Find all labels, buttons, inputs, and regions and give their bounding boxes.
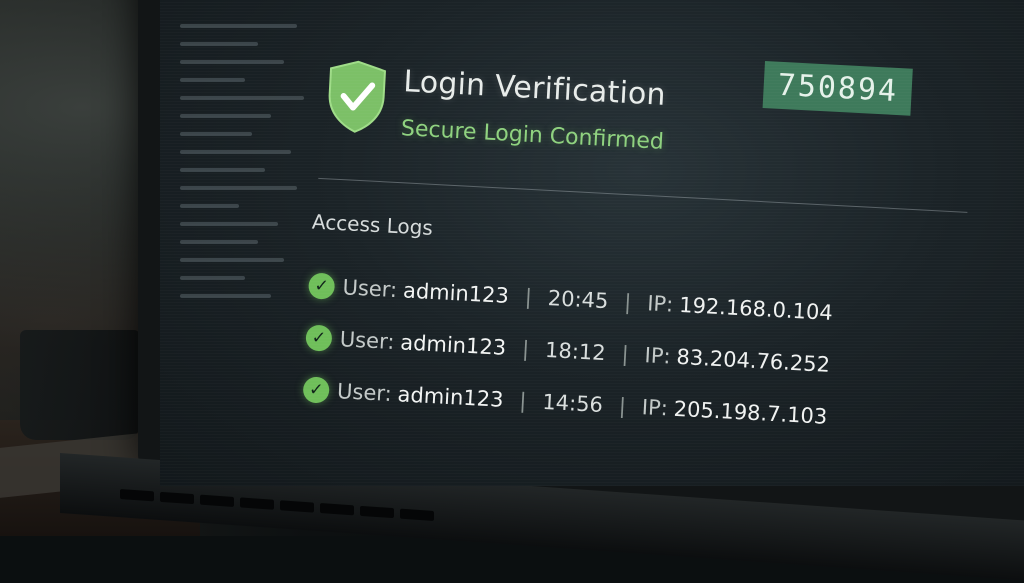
separator: | (521, 336, 530, 362)
log-ip: 205.198.7.103 (673, 396, 828, 429)
page-title: Login Verification (402, 64, 667, 113)
check-circle-icon: ✓ (302, 376, 330, 404)
check-circle-icon: ✓ (307, 272, 336, 300)
mug (20, 330, 140, 440)
user-prefix: User: (341, 275, 398, 303)
divider (318, 177, 968, 213)
log-ip: 192.168.0.104 (678, 292, 834, 325)
access-log-list: ✓ User: admin123 | 20:45 | IP: 192.168.0… (302, 260, 949, 449)
log-ip: 83.204.76.252 (675, 344, 831, 377)
log-time: 14:56 (541, 389, 604, 418)
verification-panel: Login Verification Secure Login Confirme… (302, 50, 984, 486)
laptop-screen: Login Verification Secure Login Confirme… (160, 0, 1024, 486)
separator: | (518, 388, 528, 414)
check-circle-icon: ✓ (305, 324, 333, 352)
log-time: 20:45 (547, 286, 609, 314)
ip-prefix: IP: (643, 343, 672, 369)
separator: | (618, 393, 627, 419)
separator: | (623, 290, 632, 315)
log-user: admin123 (402, 278, 510, 308)
user-prefix: User: (336, 379, 393, 406)
side-data-panel (180, 10, 310, 470)
separator: | (620, 341, 630, 367)
verification-code: 750894 (762, 61, 914, 116)
status-subtitle: Secure Login Confirmed (400, 116, 665, 155)
separator: | (524, 284, 533, 310)
log-time: 18:12 (544, 337, 607, 366)
ip-prefix: IP: (641, 395, 669, 421)
ip-prefix: IP: (646, 291, 674, 317)
log-user: admin123 (399, 330, 507, 360)
shield-check-icon (325, 58, 389, 135)
log-user: admin123 (397, 382, 505, 412)
section-heading-access-logs: Access Logs (311, 209, 434, 240)
user-prefix: User: (339, 327, 396, 355)
